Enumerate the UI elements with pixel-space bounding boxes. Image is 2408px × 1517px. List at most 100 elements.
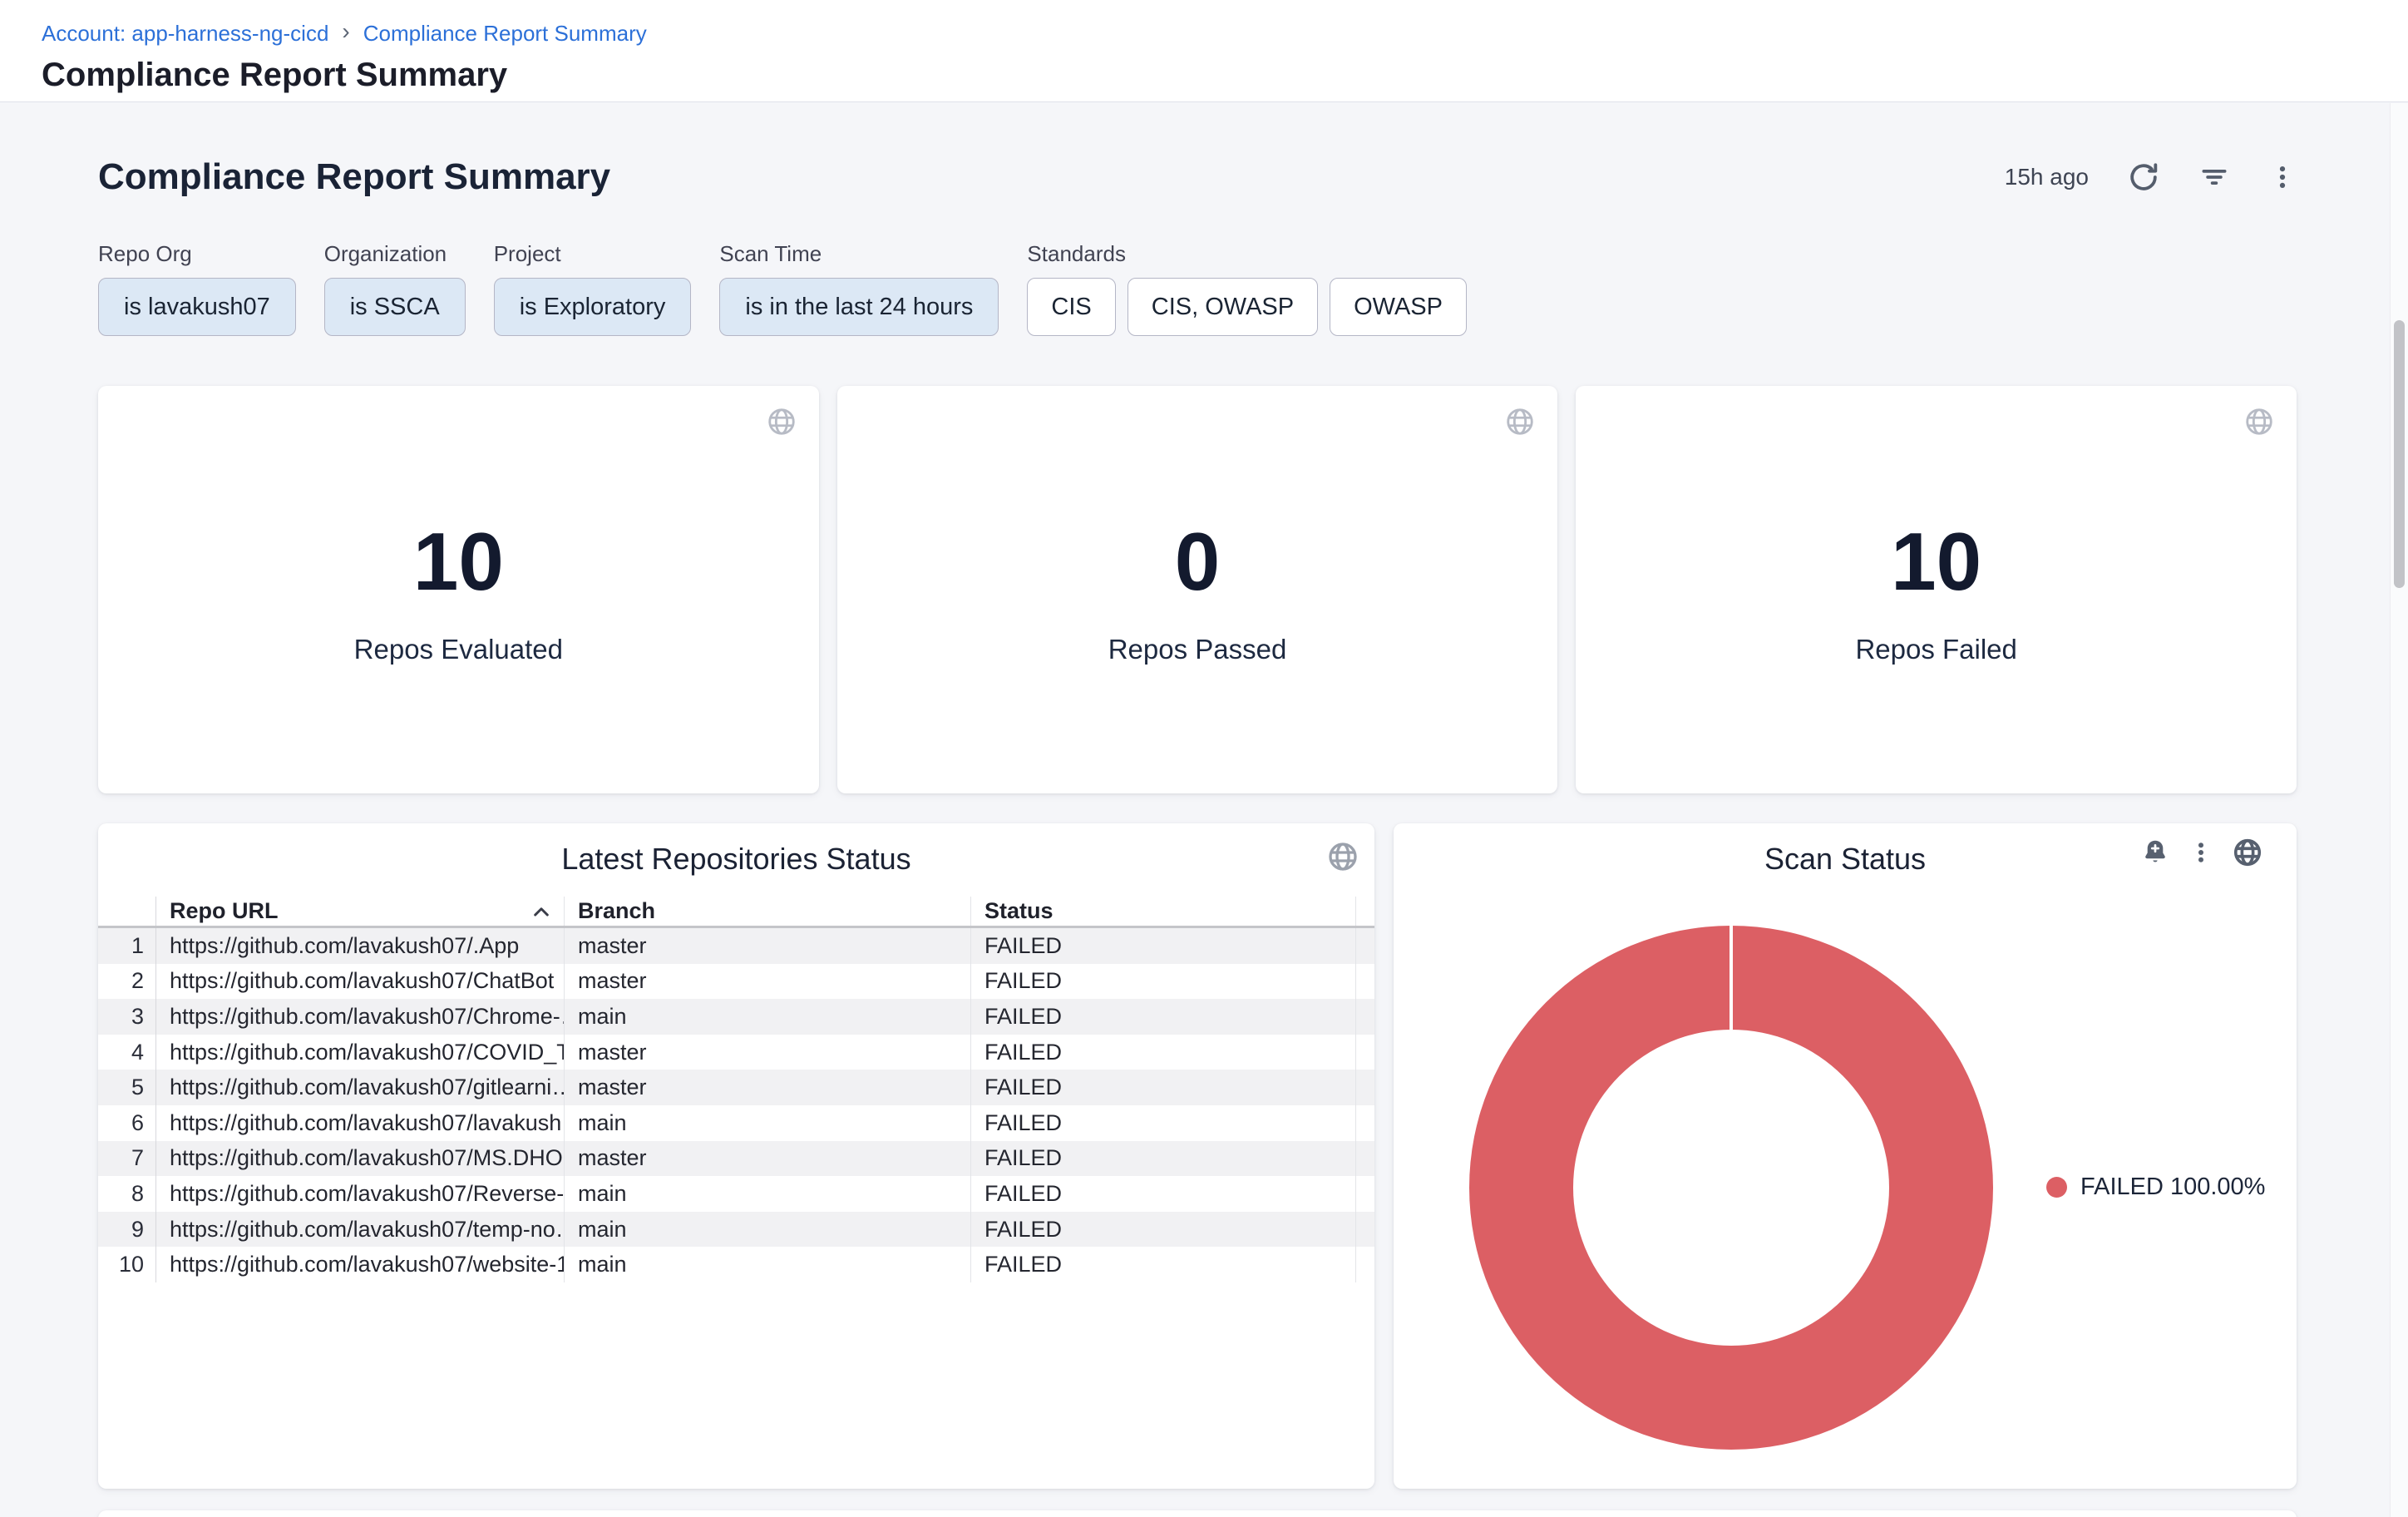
table-row: 2 https://github.com/lavakush07/ChatBot … bbox=[98, 964, 1374, 1000]
globe-icon[interactable] bbox=[2243, 406, 2275, 437]
next-card-partial bbox=[98, 1510, 2297, 1517]
branch-cell: master bbox=[565, 1141, 971, 1177]
status-cell: FAILED bbox=[971, 1070, 1356, 1105]
standards-options: CIS CIS, OWASP OWASP bbox=[1027, 278, 1467, 336]
row-index: 2 bbox=[98, 964, 156, 1000]
filter-button[interactable] bbox=[2198, 161, 2230, 193]
stat-value: 10 bbox=[413, 515, 504, 609]
repo-url-cell: https://github.com/lavakush07/.App bbox=[156, 928, 565, 964]
top-bar: Account: app-harness-ng-cicd › Complianc… bbox=[0, 0, 2408, 102]
filter-chip-organization[interactable]: is SSCA bbox=[324, 278, 466, 336]
latest-repositories-card: Latest Repositories Status Repo URL Bran… bbox=[98, 823, 1374, 1489]
filter-group-project: Project is Exploratory bbox=[494, 241, 692, 336]
stat-cards-row: 10 Repos Evaluated 0 Repos Passed 10 Rep… bbox=[98, 386, 2297, 793]
globe-icon[interactable] bbox=[1326, 840, 1359, 873]
branch-cell: main bbox=[565, 1176, 971, 1212]
repo-url-cell: https://github.com/lavakush07/temp-no… bbox=[156, 1212, 565, 1248]
tile-menu-button[interactable] bbox=[2188, 840, 2213, 865]
standards-option-cis[interactable]: CIS bbox=[1027, 278, 1115, 336]
column-header-label: Repo URL bbox=[170, 898, 279, 924]
repo-url-cell: https://github.com/lavakush07/MS.DHO… bbox=[156, 1141, 565, 1177]
row-index: 4 bbox=[98, 1035, 156, 1070]
branch-cell: main bbox=[565, 1247, 971, 1282]
dashboard-actions: 15h ago bbox=[2005, 161, 2297, 194]
alerts-button[interactable] bbox=[2140, 838, 2170, 867]
column-header-branch[interactable]: Branch bbox=[565, 897, 971, 926]
column-header-status[interactable]: Status bbox=[971, 897, 1356, 926]
repo-url-cell: https://github.com/lavakush07/lavakush… bbox=[156, 1105, 565, 1141]
breadcrumb: Account: app-harness-ng-cicd › Complianc… bbox=[42, 20, 2408, 47]
status-cell: FAILED bbox=[971, 1105, 1356, 1141]
filter-chip-scan-time[interactable]: is in the last 24 hours bbox=[719, 278, 999, 336]
table-row: 7 https://github.com/lavakush07/MS.DHO… … bbox=[98, 1141, 1374, 1177]
filter-chip-project[interactable]: is Exploratory bbox=[494, 278, 692, 336]
filter-label: Organization bbox=[324, 241, 466, 267]
legend-item-failed[interactable]: FAILED 100.00% bbox=[2046, 1174, 2265, 1201]
scrollbar-track[interactable] bbox=[2390, 103, 2408, 1517]
standards-option-owasp[interactable]: OWASP bbox=[1330, 278, 1467, 336]
kebab-menu-icon bbox=[2268, 163, 2297, 191]
scan-status-donut-chart[interactable] bbox=[1469, 926, 1993, 1450]
stat-card-repos-failed: 10 Repos Failed bbox=[1576, 386, 2297, 793]
status-cell: FAILED bbox=[971, 1176, 1356, 1212]
donut-slice-boundary bbox=[1730, 926, 1733, 1030]
row-index: 10 bbox=[98, 1247, 156, 1282]
globe-icon[interactable] bbox=[766, 406, 797, 437]
repositories-table: Repo URL Branch Status 1 https://github.… bbox=[98, 897, 1374, 1282]
filters-row: Repo Org is lavakush07 Organization is S… bbox=[98, 241, 2297, 336]
table-row: 10 https://github.com/lavakush07/website… bbox=[98, 1247, 1374, 1282]
repo-url-cell: https://github.com/lavakush07/gitlearni… bbox=[156, 1070, 565, 1105]
branch-cell: master bbox=[565, 928, 971, 964]
stat-label: Repos Passed bbox=[1108, 634, 1287, 665]
page-title: Compliance Report Summary bbox=[42, 57, 2408, 94]
row-index: 5 bbox=[98, 1070, 156, 1105]
breadcrumb-chevron-icon: › bbox=[342, 18, 349, 45]
stat-label: Repos Failed bbox=[1855, 634, 2016, 665]
table-row: 3 https://github.com/lavakush07/Chrome-…… bbox=[98, 999, 1374, 1035]
row-index: 7 bbox=[98, 1141, 156, 1177]
refresh-icon bbox=[2127, 161, 2160, 194]
globe-button[interactable] bbox=[2232, 837, 2263, 868]
scan-status-card: Scan Status bbox=[1394, 823, 2297, 1489]
stat-value: 10 bbox=[1891, 515, 1981, 609]
scrollbar-thumb[interactable] bbox=[2394, 320, 2405, 588]
branch-cell: main bbox=[565, 1105, 971, 1141]
repo-url-cell: https://github.com/lavakush07/Reverse-… bbox=[156, 1176, 565, 1212]
row-index: 8 bbox=[98, 1176, 156, 1212]
bell-plus-icon bbox=[2140, 838, 2170, 867]
status-cell: FAILED bbox=[971, 964, 1356, 1000]
branch-cell: master bbox=[565, 964, 971, 1000]
last-refreshed-label: 15h ago bbox=[2005, 164, 2089, 190]
filter-group-organization: Organization is SSCA bbox=[324, 241, 466, 336]
row-index: 6 bbox=[98, 1105, 156, 1141]
chevron-up-icon bbox=[530, 901, 552, 922]
refresh-button[interactable] bbox=[2127, 161, 2160, 194]
filter-group-standards: Standards CIS CIS, OWASP OWASP bbox=[1027, 241, 1467, 336]
breadcrumb-current-link[interactable]: Compliance Report Summary bbox=[363, 21, 647, 47]
branch-cell: master bbox=[565, 1070, 971, 1105]
filter-label: Project bbox=[494, 241, 692, 267]
table-row: 4 https://github.com/lavakush07/COVID_T…… bbox=[98, 1035, 1374, 1070]
filter-label: Scan Time bbox=[719, 241, 999, 267]
table-row: 8 https://github.com/lavakush07/Reverse-… bbox=[98, 1176, 1374, 1212]
column-header-repo-url[interactable]: Repo URL bbox=[156, 897, 565, 926]
scan-card-actions bbox=[2140, 837, 2263, 868]
table-row: 9 https://github.com/lavakush07/temp-no…… bbox=[98, 1212, 1374, 1248]
filter-chip-repo-org[interactable]: is lavakush07 bbox=[98, 278, 296, 336]
table-row: 6 https://github.com/lavakush07/lavakush… bbox=[98, 1105, 1374, 1141]
breadcrumb-account-link[interactable]: Account: app-harness-ng-cicd bbox=[42, 21, 328, 47]
dashboard-menu-button[interactable] bbox=[2268, 163, 2297, 191]
status-cell: FAILED bbox=[971, 1035, 1356, 1070]
standards-option-cis-owasp[interactable]: CIS, OWASP bbox=[1128, 278, 1318, 336]
globe-icon[interactable] bbox=[1504, 406, 1536, 437]
branch-cell: main bbox=[565, 999, 971, 1035]
repo-url-cell: https://github.com/lavakush07/ChatBot bbox=[156, 964, 565, 1000]
filter-group-scan-time: Scan Time is in the last 24 hours bbox=[719, 241, 999, 336]
stat-label: Repos Evaluated bbox=[354, 634, 563, 665]
status-cell: FAILED bbox=[971, 928, 1356, 964]
stat-card-repos-evaluated: 10 Repos Evaluated bbox=[98, 386, 819, 793]
repo-url-cell: https://github.com/lavakush07/website-1 bbox=[156, 1247, 565, 1282]
filter-label: Standards bbox=[1027, 241, 1467, 267]
dashboard-panel: Compliance Report Summary 15h ago bbox=[0, 103, 2408, 1517]
dashboard-header: Compliance Report Summary 15h ago bbox=[98, 156, 2297, 198]
